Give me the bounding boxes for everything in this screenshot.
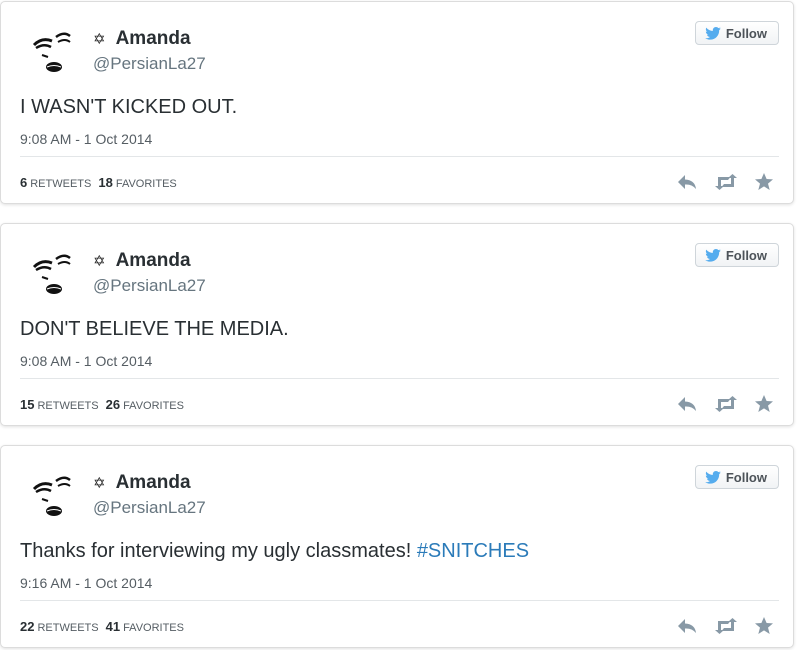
favorite-count-label[interactable]: FAVORITES: [123, 622, 184, 634]
tweet-stats: 15 RETWEETS 26 FAVORITES: [20, 397, 191, 412]
favorite-count[interactable]: 18: [98, 175, 112, 190]
favorite-button[interactable]: [754, 172, 774, 191]
tweet-actions: [660, 172, 774, 191]
reply-icon: [678, 396, 696, 411]
retweet-count-label[interactable]: RETWEETS: [37, 622, 98, 634]
author-handle[interactable]: @PersianLa27: [93, 276, 206, 296]
retweet-icon: [715, 617, 737, 634]
retweet-icon: [715, 395, 737, 412]
star-icon: [755, 173, 773, 190]
author-name-row[interactable]: ✡ Amanda: [93, 28, 191, 50]
follow-button-label: Follow: [725, 469, 767, 485]
hashtag-link[interactable]: #SNITCHES: [417, 540, 529, 562]
star-icon: [755, 617, 773, 634]
retweet-count-label[interactable]: RETWEETS: [37, 400, 98, 412]
name-symbol: ✡: [93, 473, 106, 492]
avatar[interactable]: [20, 21, 80, 81]
retweet-button[interactable]: [714, 395, 738, 413]
divider: [20, 378, 779, 379]
avatar[interactable]: [20, 465, 80, 525]
name-symbol: ✡: [93, 251, 106, 270]
author-display-name[interactable]: Amanda: [116, 472, 191, 494]
favorite-button[interactable]: [754, 394, 774, 413]
follow-button[interactable]: Follow: [694, 465, 779, 489]
tweet-timestamp[interactable]: 9:08 AM - 1 Oct 2014: [20, 353, 152, 369]
retweet-icon: [715, 173, 737, 190]
author-display-name[interactable]: Amanda: [116, 28, 191, 50]
follow-button-label: Follow: [725, 25, 767, 41]
name-symbol: ✡: [93, 29, 106, 48]
tweet-card: ✡ Amanda @PersianLa27 Follow DON'T BELIE…: [0, 223, 794, 426]
favorite-count-label[interactable]: FAVORITES: [116, 178, 177, 190]
twitter-bird-icon: [705, 26, 721, 40]
divider: [20, 156, 779, 157]
tweet-text: I WASN'T KICKED OUT.: [20, 96, 237, 119]
tweet-card: ✡ Amanda @PersianLa27 Follow I WASN'T KI…: [0, 1, 794, 204]
author-name-row[interactable]: ✡ Amanda: [93, 472, 191, 494]
reply-button[interactable]: [676, 173, 698, 191]
twitter-bird-icon: [705, 470, 721, 484]
author-handle[interactable]: @PersianLa27: [93, 498, 206, 518]
retweet-button[interactable]: [714, 173, 738, 191]
reply-button[interactable]: [676, 617, 698, 635]
tweet-body: I WASN'T KICKED OUT.: [20, 96, 238, 118]
retweet-count[interactable]: 15: [20, 397, 34, 412]
reply-button[interactable]: [676, 395, 698, 413]
tweet-stats: 6 RETWEETS 18 FAVORITES: [20, 175, 184, 190]
favorite-button[interactable]: [754, 616, 774, 635]
divider: [20, 600, 779, 601]
tweet-actions: [660, 616, 774, 635]
tweet-timestamp[interactable]: 9:16 AM - 1 Oct 2014: [20, 575, 152, 591]
retweet-count[interactable]: 22: [20, 619, 34, 634]
tweet-timestamp[interactable]: 9:08 AM - 1 Oct 2014: [20, 131, 152, 147]
star-icon: [755, 395, 773, 412]
follow-button[interactable]: Follow: [694, 21, 779, 45]
favorite-count-label[interactable]: FAVORITES: [123, 400, 184, 412]
favorite-count[interactable]: 26: [106, 397, 120, 412]
tweet-text: DON'T BELIEVE THE MEDIA.: [20, 318, 289, 341]
author-handle[interactable]: @PersianLa27: [93, 54, 206, 74]
tweet-card: ✡ Amanda @PersianLa27 Follow Thanks for …: [0, 445, 794, 648]
tweet-stats: 22 RETWEETS 41 FAVORITES: [20, 619, 191, 634]
reply-icon: [678, 618, 696, 633]
avatar[interactable]: [20, 243, 80, 303]
follow-button[interactable]: Follow: [694, 243, 779, 267]
twitter-bird-icon: [705, 248, 721, 262]
favorite-count[interactable]: 41: [106, 619, 120, 634]
author-name-row[interactable]: ✡ Amanda: [93, 250, 191, 272]
reply-icon: [678, 174, 696, 189]
retweet-button[interactable]: [714, 617, 738, 635]
follow-button-label: Follow: [725, 247, 767, 263]
retweet-count[interactable]: 6: [20, 175, 27, 190]
tweet-body: DON'T BELIEVE THE MEDIA.: [20, 318, 289, 340]
author-display-name[interactable]: Amanda: [116, 250, 191, 272]
retweet-count-label[interactable]: RETWEETS: [30, 178, 91, 190]
tweet-actions: [660, 394, 774, 413]
tweet-text: Thanks for interviewing my ugly classmat…: [20, 540, 529, 563]
tweet-body: Thanks for interviewing my ugly classmat…: [20, 540, 417, 562]
